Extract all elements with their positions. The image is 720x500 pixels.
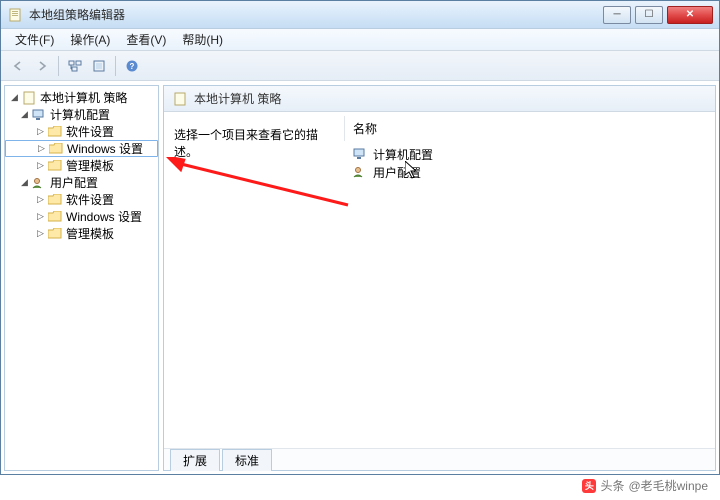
toolbar-tree-button[interactable] [64,55,86,77]
tab-standard[interactable]: 标准 [222,449,272,471]
tree-label: 软件设置 [66,123,114,140]
tree-cc-admin[interactable]: ▷ 管理模板 [5,157,158,174]
tree-uc-windows[interactable]: ▷ Windows 设置 [5,208,158,225]
svg-text:?: ? [130,62,135,71]
list-item-computer-config[interactable]: 计算机配置 [346,145,713,163]
folder-icon [47,193,63,207]
watermark-prefix: 头条 [600,477,624,494]
toolbar-refresh-button[interactable] [88,55,110,77]
window-buttons: ─ ☐ ✕ [603,6,713,24]
expand-icon[interactable]: ▷ [35,228,46,239]
watermark-text: @老毛桃winpe [628,477,708,494]
collapse-icon[interactable]: ◢ [19,109,30,120]
user-icon [352,164,368,180]
tree-uc-software[interactable]: ▷ 软件设置 [5,191,158,208]
close-button[interactable]: ✕ [667,6,713,24]
tree-root[interactable]: ◢ 本地计算机 策略 [5,89,158,106]
watermark-logo-icon: 头 [582,479,596,493]
menu-bar: 文件(F) 操作(A) 查看(V) 帮助(H) [1,29,719,51]
expand-icon[interactable]: ▷ [36,143,47,154]
result-header-text: 本地计算机 策略 [194,90,281,107]
tabs-row: 扩展 标准 [164,448,715,470]
tree-label: 管理模板 [66,157,114,174]
list-item-label: 计算机配置 [373,146,433,163]
maximize-button[interactable]: ☐ [635,6,663,24]
window-frame: 本地组策略编辑器 ─ ☐ ✕ 文件(F) 操作(A) 查看(V) 帮助(H) ? [0,0,720,475]
content-area: ◢ 本地计算机 策略 ◢ 计算机配置 ▷ 软件设置 ▷ Windows 设置 ▷ [1,81,719,474]
tree-cc-windows[interactable]: ▷ Windows 设置 [5,140,158,157]
menu-view[interactable]: 查看(V) [118,29,174,50]
tree-label: 本地计算机 策略 [40,89,127,106]
toolbar-help-button[interactable]: ? [121,55,143,77]
toolbar-separator [115,56,116,76]
toolbar: ? [1,51,719,81]
folder-icon [47,159,63,173]
list-column: 名称 计算机配置 用户配置 [344,116,715,448]
window-title: 本地组策略编辑器 [29,6,603,23]
menu-file[interactable]: 文件(F) [7,29,62,50]
tree-pane[interactable]: ◢ 本地计算机 策略 ◢ 计算机配置 ▷ 软件设置 ▷ Windows 设置 ▷ [4,85,159,471]
app-icon [7,7,23,23]
list-item-label: 用户配置 [373,164,421,181]
description-prompt: 选择一个项目来查看它的描述。 [174,128,318,159]
expand-icon[interactable]: ▷ [35,211,46,222]
result-pane: 本地计算机 策略 选择一个项目来查看它的描述。 名称 计算机配置 [163,85,716,471]
tree-label: Windows 设置 [67,140,143,157]
toolbar-forward-button[interactable] [31,55,53,77]
result-header: 本地计算机 策略 [164,86,715,112]
result-body: 选择一个项目来查看它的描述。 名称 计算机配置 用户配置 [164,112,715,448]
folder-icon [48,142,64,156]
list-item-user-config[interactable]: 用户配置 [346,163,713,181]
toolbar-separator [58,56,59,76]
tab-extended[interactable]: 扩展 [170,449,220,471]
column-header-name[interactable]: 名称 [344,116,715,141]
tree-label: 计算机配置 [50,106,110,123]
expand-icon[interactable]: ▷ [35,194,46,205]
collapse-icon[interactable]: ◢ [9,92,20,103]
list-items: 计算机配置 用户配置 [344,141,715,185]
tree-uc-admin[interactable]: ▷ 管理模板 [5,225,158,242]
expand-icon[interactable]: ▷ [35,126,46,137]
policy-icon [21,91,37,105]
computer-icon [352,146,368,162]
watermark: 头 头条 @老毛桃winpe [582,477,708,494]
user-icon [31,176,47,190]
menu-help[interactable]: 帮助(H) [174,29,231,50]
policy-icon [172,91,188,107]
description-column: 选择一个项目来查看它的描述。 [164,116,344,448]
title-bar: 本地组策略编辑器 ─ ☐ ✕ [1,1,719,29]
computer-icon [31,108,47,122]
folder-icon [47,210,63,224]
tree-user-config[interactable]: ◢ 用户配置 [5,174,158,191]
collapse-icon[interactable]: ◢ [19,177,30,188]
tree-label: 管理模板 [66,225,114,242]
folder-icon [47,227,63,241]
tree-label: 用户配置 [50,174,98,191]
tree-label: 软件设置 [66,191,114,208]
tree-computer-config[interactable]: ◢ 计算机配置 [5,106,158,123]
tree-cc-software[interactable]: ▷ 软件设置 [5,123,158,140]
expand-icon[interactable]: ▷ [35,160,46,171]
tree-label: Windows 设置 [66,208,142,225]
menu-action[interactable]: 操作(A) [62,29,118,50]
toolbar-back-button[interactable] [7,55,29,77]
minimize-button[interactable]: ─ [603,6,631,24]
folder-icon [47,125,63,139]
